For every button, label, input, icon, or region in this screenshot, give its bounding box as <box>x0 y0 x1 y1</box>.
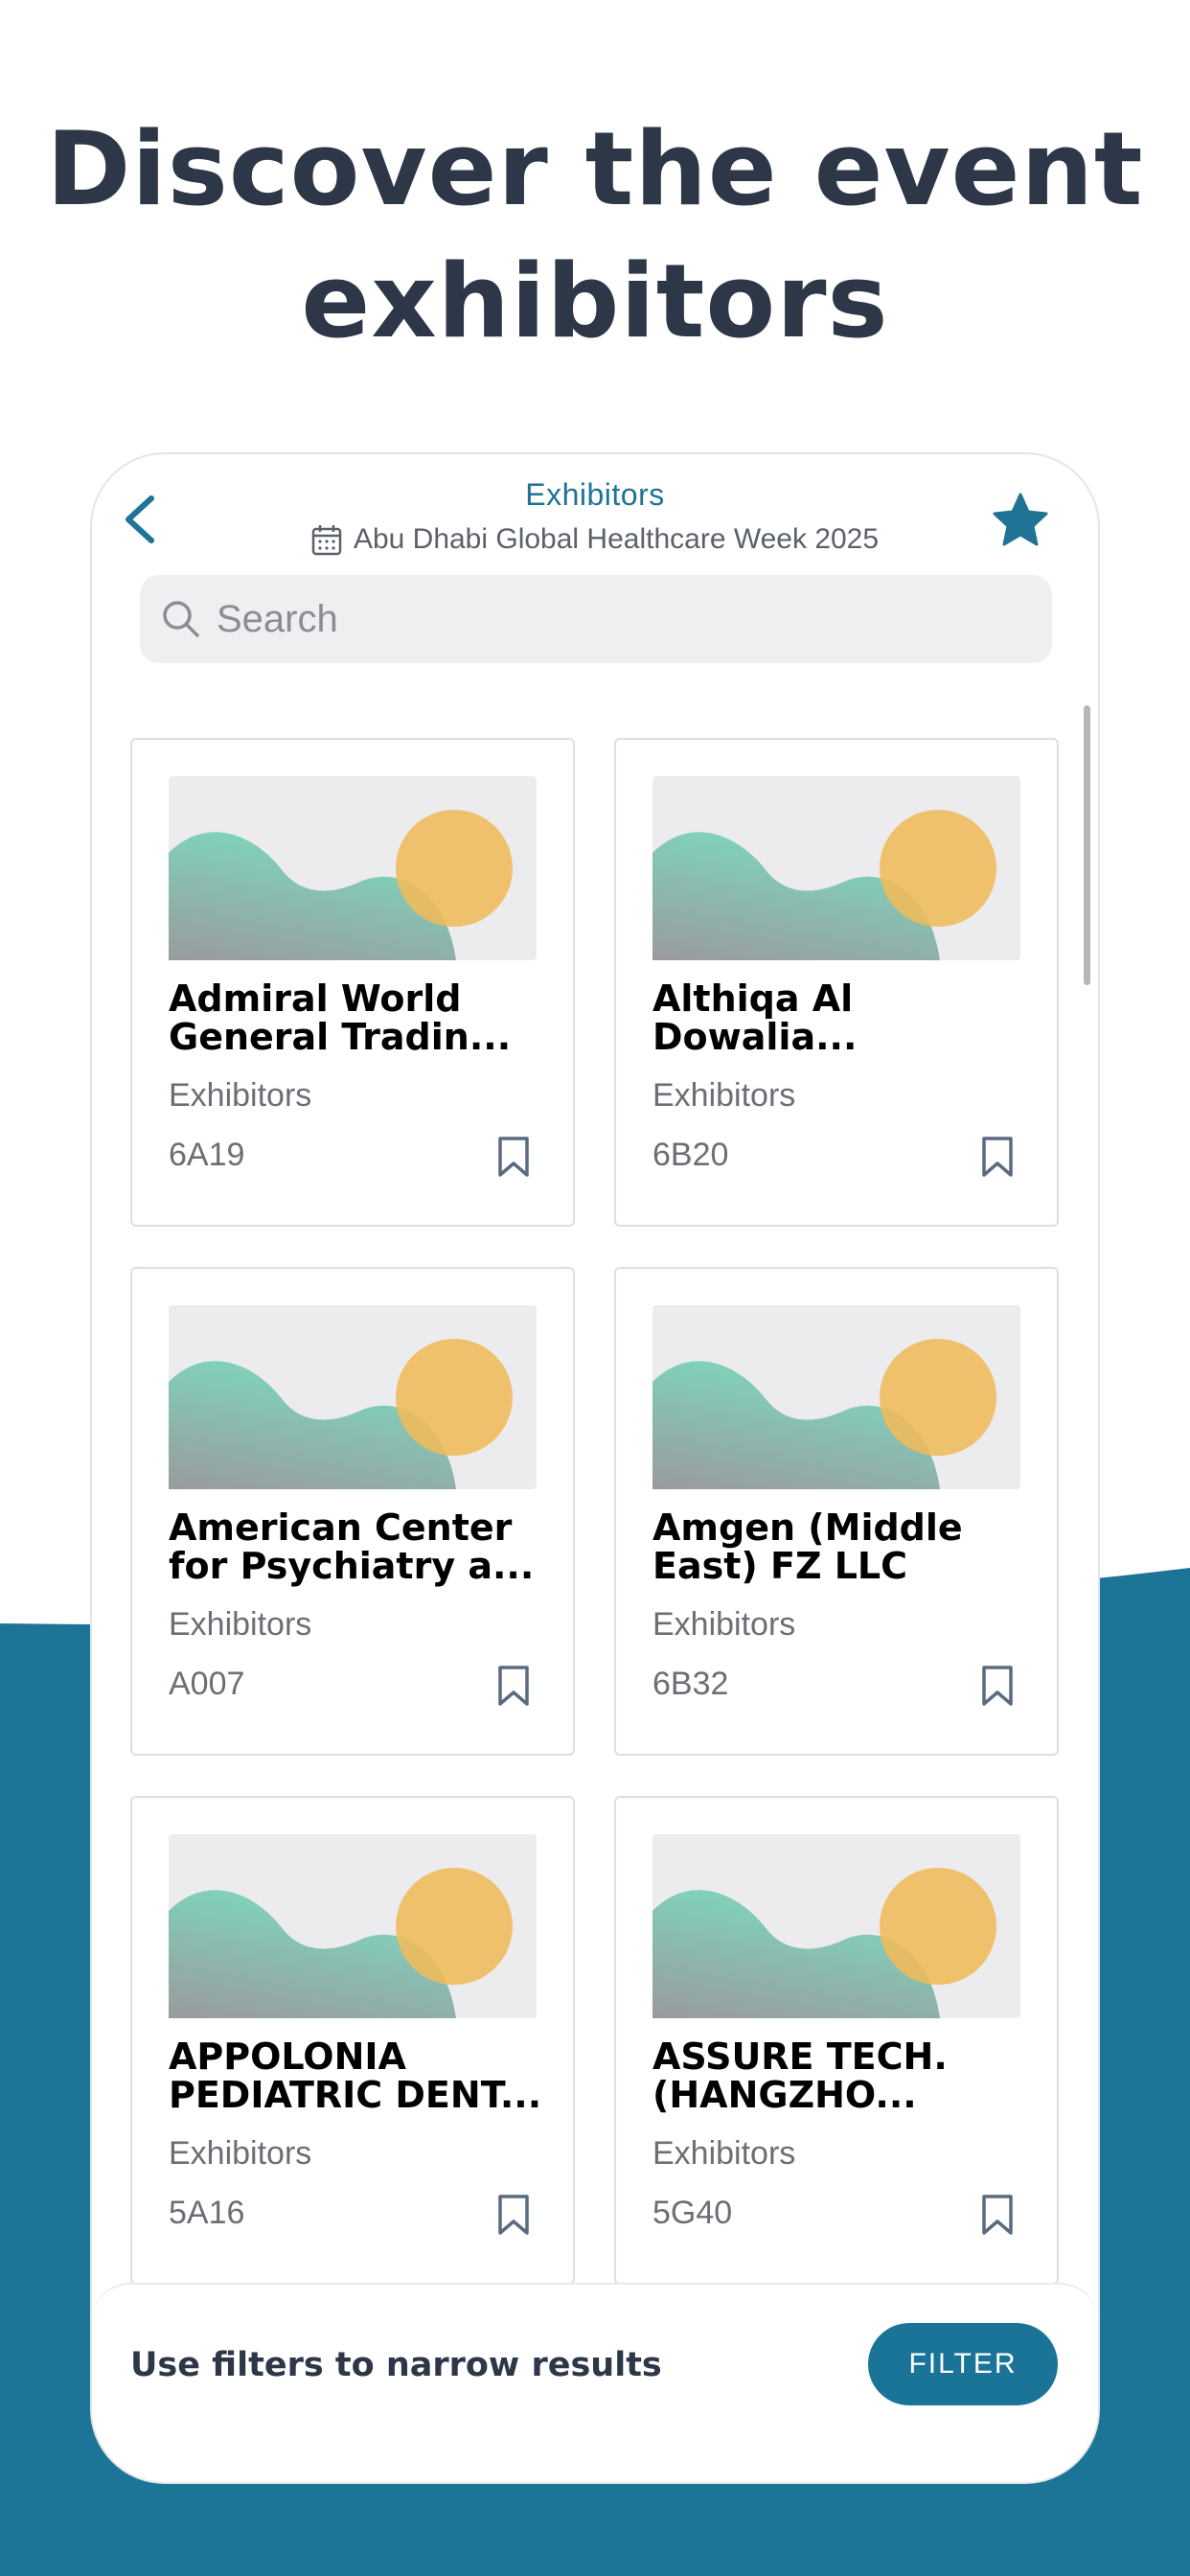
exhibitor-name: Amgen (Middle East) FZ LLC <box>652 1506 963 1587</box>
image-placeholder-icon <box>652 776 1020 960</box>
exhibitor-grid: Admiral World General Tradin... Exhibito… <box>130 738 1059 2367</box>
exhibitor-card[interactable]: APPOLONIA PEDIATRIC DENT... Exhibitors 5… <box>130 1796 575 2285</box>
search-input[interactable] <box>217 597 1002 641</box>
scrollbar[interactable] <box>1084 705 1090 985</box>
exhibitor-card[interactable]: Amgen (Middle East) FZ LLC Exhibitors 6B… <box>614 1267 1059 1756</box>
exhibitor-category: Exhibitors <box>652 1077 796 1114</box>
exhibitor-category: Exhibitors <box>169 2135 312 2172</box>
booth-number: 6B32 <box>652 1666 729 1702</box>
header-title: Exhibitors <box>525 477 665 512</box>
bookmark-icon[interactable] <box>494 2193 533 2237</box>
favorites-button[interactable] <box>991 491 1050 550</box>
exhibitor-category: Exhibitors <box>652 2135 796 2172</box>
event-name: Abu Dhabi Global Healthcare Week 2025 <box>353 523 880 555</box>
headline-line-1: Discover the event <box>46 110 1144 228</box>
image-placeholder-icon <box>169 1305 537 1489</box>
image-placeholder-icon <box>652 1834 1020 2018</box>
filter-footer: Use filters to narrow results FILTER <box>92 2283 1098 2482</box>
image-placeholder-icon <box>652 1305 1020 1489</box>
filter-button[interactable]: FILTER <box>868 2323 1058 2405</box>
image-placeholder-icon <box>169 1834 537 2018</box>
exhibitor-category: Exhibitors <box>652 1606 796 1643</box>
exhibitor-name: American Center for Psychiatry a... <box>169 1506 535 1587</box>
image-placeholder-icon <box>169 776 537 960</box>
exhibitor-card[interactable]: Admiral World General Tradin... Exhibito… <box>130 738 575 1227</box>
bookmark-icon[interactable] <box>978 1135 1017 1179</box>
page-headline: Discover the event exhibitors <box>0 104 1190 368</box>
bookmark-icon[interactable] <box>494 1135 533 1179</box>
exhibitor-name: APPOLONIA PEDIATRIC DENT... <box>169 2036 542 2116</box>
search-bar[interactable] <box>140 575 1052 663</box>
exhibitor-name: Admiral World General Tradin... <box>169 978 512 1058</box>
booth-number: 6A19 <box>169 1137 245 1173</box>
exhibitor-name: Althiqa Al Dowalia... <box>652 978 858 1058</box>
exhibitor-card[interactable]: ASSURE TECH. (HANGZHO... Exhibitors 5G40 <box>614 1796 1059 2285</box>
calendar-icon <box>311 525 342 556</box>
booth-number: 5A16 <box>169 2195 245 2231</box>
exhibitor-category: Exhibitors <box>169 1077 312 1114</box>
bookmark-icon[interactable] <box>978 2193 1017 2237</box>
exhibitor-category: Exhibitors <box>169 1606 312 1643</box>
exhibitor-card[interactable]: American Center for Psychiatry a... Exhi… <box>130 1267 575 1756</box>
exhibitor-card[interactable]: Althiqa Al Dowalia... Exhibitors 6B20 <box>614 738 1059 1227</box>
search-icon <box>163 601 199 637</box>
bookmark-icon[interactable] <box>978 1664 1017 1708</box>
filter-hint: Use filters to narrow results <box>130 2346 662 2384</box>
star-icon <box>993 493 1048 546</box>
bookmark-icon[interactable] <box>494 1664 533 1708</box>
phone-frame: Exhibitors Abu Dhabi Global Healthcare W… <box>90 452 1100 2484</box>
headline-line-2: exhibitors <box>301 242 889 360</box>
booth-number: A007 <box>169 1666 245 1702</box>
booth-number: 5G40 <box>652 2195 733 2231</box>
event-subtitle: Abu Dhabi Global Healthcare Week 2025 <box>92 523 1098 556</box>
exhibitor-name: ASSURE TECH. (HANGZHO... <box>652 2036 948 2116</box>
booth-number: 6B20 <box>652 1137 729 1173</box>
